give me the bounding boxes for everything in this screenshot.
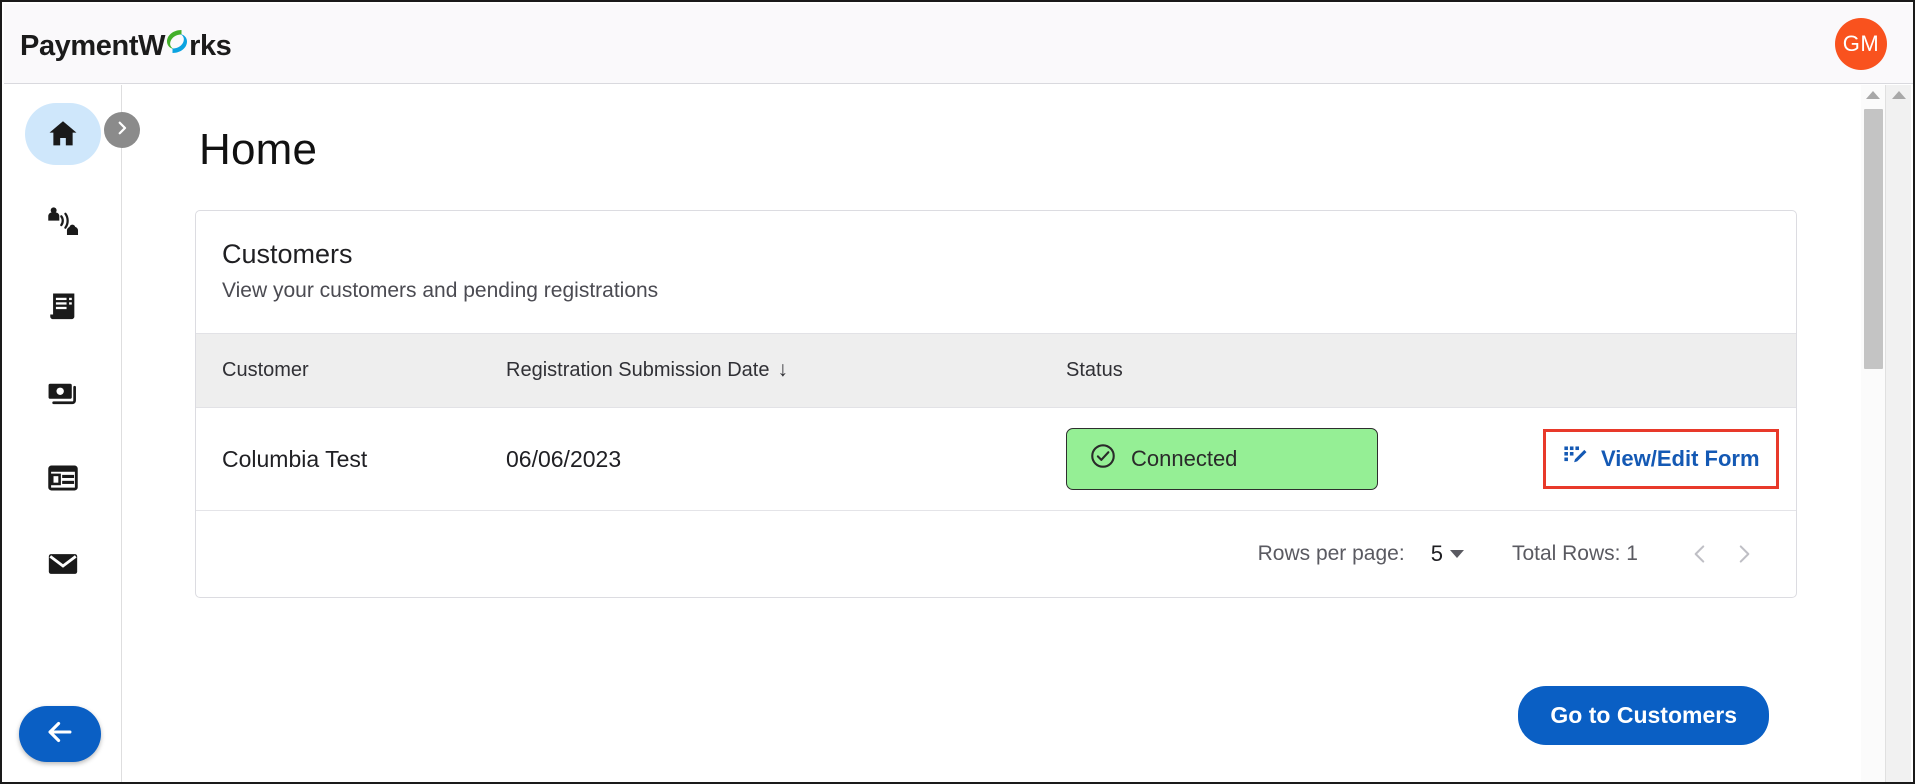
back-button[interactable] — [19, 706, 101, 762]
pagination-cell: Rows per page: 5 Total Rows: 1 — [196, 511, 1796, 597]
column-header-registration-date-label: Registration Submission Date — [506, 359, 770, 381]
table-body: Columbia Test 06/06/2023 Connected View/… — [196, 407, 1796, 597]
table-row: Columbia Test 06/06/2023 Connected View/… — [196, 407, 1796, 511]
status-badge-label: Connected — [1131, 446, 1238, 471]
sidebar-item-home[interactable] — [24, 103, 101, 165]
chevron-down-icon — [1449, 549, 1464, 558]
view-edit-form-wrapper: View/Edit Form — [1543, 429, 1779, 489]
customers-card: Customers View your customers and pendin… — [195, 210, 1797, 598]
column-header-customer[interactable]: Customer — [196, 333, 506, 408]
status-badge: Connected — [1066, 428, 1378, 490]
envelope-icon — [46, 547, 80, 581]
table-footer-row: Rows per page: 5 Total Rows: 1 — [196, 511, 1796, 597]
column-header-registration-date[interactable]: Registration Submission Date ↓ — [506, 333, 1066, 408]
cell-customer-name: Columbia Test — [196, 407, 506, 511]
card-header: Customers View your customers and pendin… — [196, 211, 1796, 333]
logo-text-part1: PaymentW — [20, 29, 166, 62]
rows-per-page-value: 5 — [1430, 540, 1443, 566]
cell-registration-date: 06/06/2023 — [506, 407, 1066, 511]
view-edit-form-button[interactable]: View/Edit Form — [1546, 432, 1776, 486]
rows-per-page-label: Rows per page: — [1257, 541, 1405, 565]
top-bar: PaymentW rks GM — [4, 4, 1913, 84]
chevron-right-icon — [113, 119, 131, 142]
cell-actions: View/Edit Form — [1543, 407, 1796, 511]
money-icon — [46, 375, 80, 409]
main-content: Home Customers View your customers and p… — [123, 85, 1867, 782]
sidebar-expand-toggle[interactable] — [104, 112, 140, 148]
sidebar-item-payments[interactable] — [25, 361, 101, 423]
customers-table: Customer Registration Submission Date ↓ S… — [196, 333, 1796, 597]
receipt-icon — [46, 289, 80, 323]
avatar[interactable]: GM — [1835, 17, 1887, 70]
check-circle-icon — [1089, 442, 1117, 476]
rows-per-page-select[interactable]: 5 — [1431, 541, 1464, 567]
sidebar-item-connections[interactable] — [25, 189, 101, 251]
sidebar-item-remittance[interactable] — [25, 447, 101, 509]
column-header-status[interactable]: Status — [1066, 333, 1546, 408]
page-scrollbar[interactable] — [1885, 85, 1911, 782]
sort-descending-icon[interactable]: ↓ — [777, 358, 788, 381]
card-title: Customers — [222, 239, 353, 269]
app-window: PaymentW rks GM Home Customers View your… — [0, 0, 1915, 784]
go-to-customers-button[interactable]: Go to Customers — [1518, 686, 1769, 745]
scroll-up-arrow-icon[interactable] — [1891, 91, 1906, 99]
inner-scrollbar[interactable] — [1861, 85, 1885, 782]
page-title: Home — [199, 125, 318, 174]
pagination: Rows per page: 5 Total Rows: 1 — [196, 532, 1796, 576]
paymentworks-logo[interactable]: PaymentW rks — [20, 25, 232, 63]
view-edit-form-label: View/Edit Form — [1601, 446, 1760, 471]
scroll-up-arrow-inner-icon[interactable] — [1866, 91, 1880, 99]
previous-page-button[interactable] — [1678, 532, 1722, 576]
column-header-actions — [1546, 333, 1796, 408]
column-header-status-label: Status — [1066, 358, 1123, 381]
sidebar — [4, 85, 122, 782]
cell-status: Connected — [1066, 407, 1546, 511]
home-icon — [46, 117, 80, 151]
table-header-row: Customer Registration Submission Date ↓ S… — [196, 333, 1796, 408]
table-icon — [46, 461, 80, 495]
connections-icon — [46, 203, 80, 237]
total-rows-label: Total Rows: 1 — [1511, 541, 1638, 565]
card-subtitle: View your customers and pending registra… — [222, 279, 659, 302]
logo-text-part2: rks — [189, 29, 232, 62]
next-page-button[interactable] — [1722, 532, 1766, 576]
arrow-left-icon — [43, 715, 77, 754]
sidebar-item-invoices[interactable] — [25, 275, 101, 337]
column-header-customer-label: Customer — [222, 358, 309, 381]
scrollbar-thumb-inner[interactable] — [1864, 109, 1883, 369]
form-edit-icon — [1562, 443, 1588, 475]
logo-swirl-icon — [164, 25, 190, 55]
sidebar-item-messages[interactable] — [25, 533, 101, 595]
table-head: Customer Registration Submission Date ↓ S… — [196, 333, 1796, 408]
